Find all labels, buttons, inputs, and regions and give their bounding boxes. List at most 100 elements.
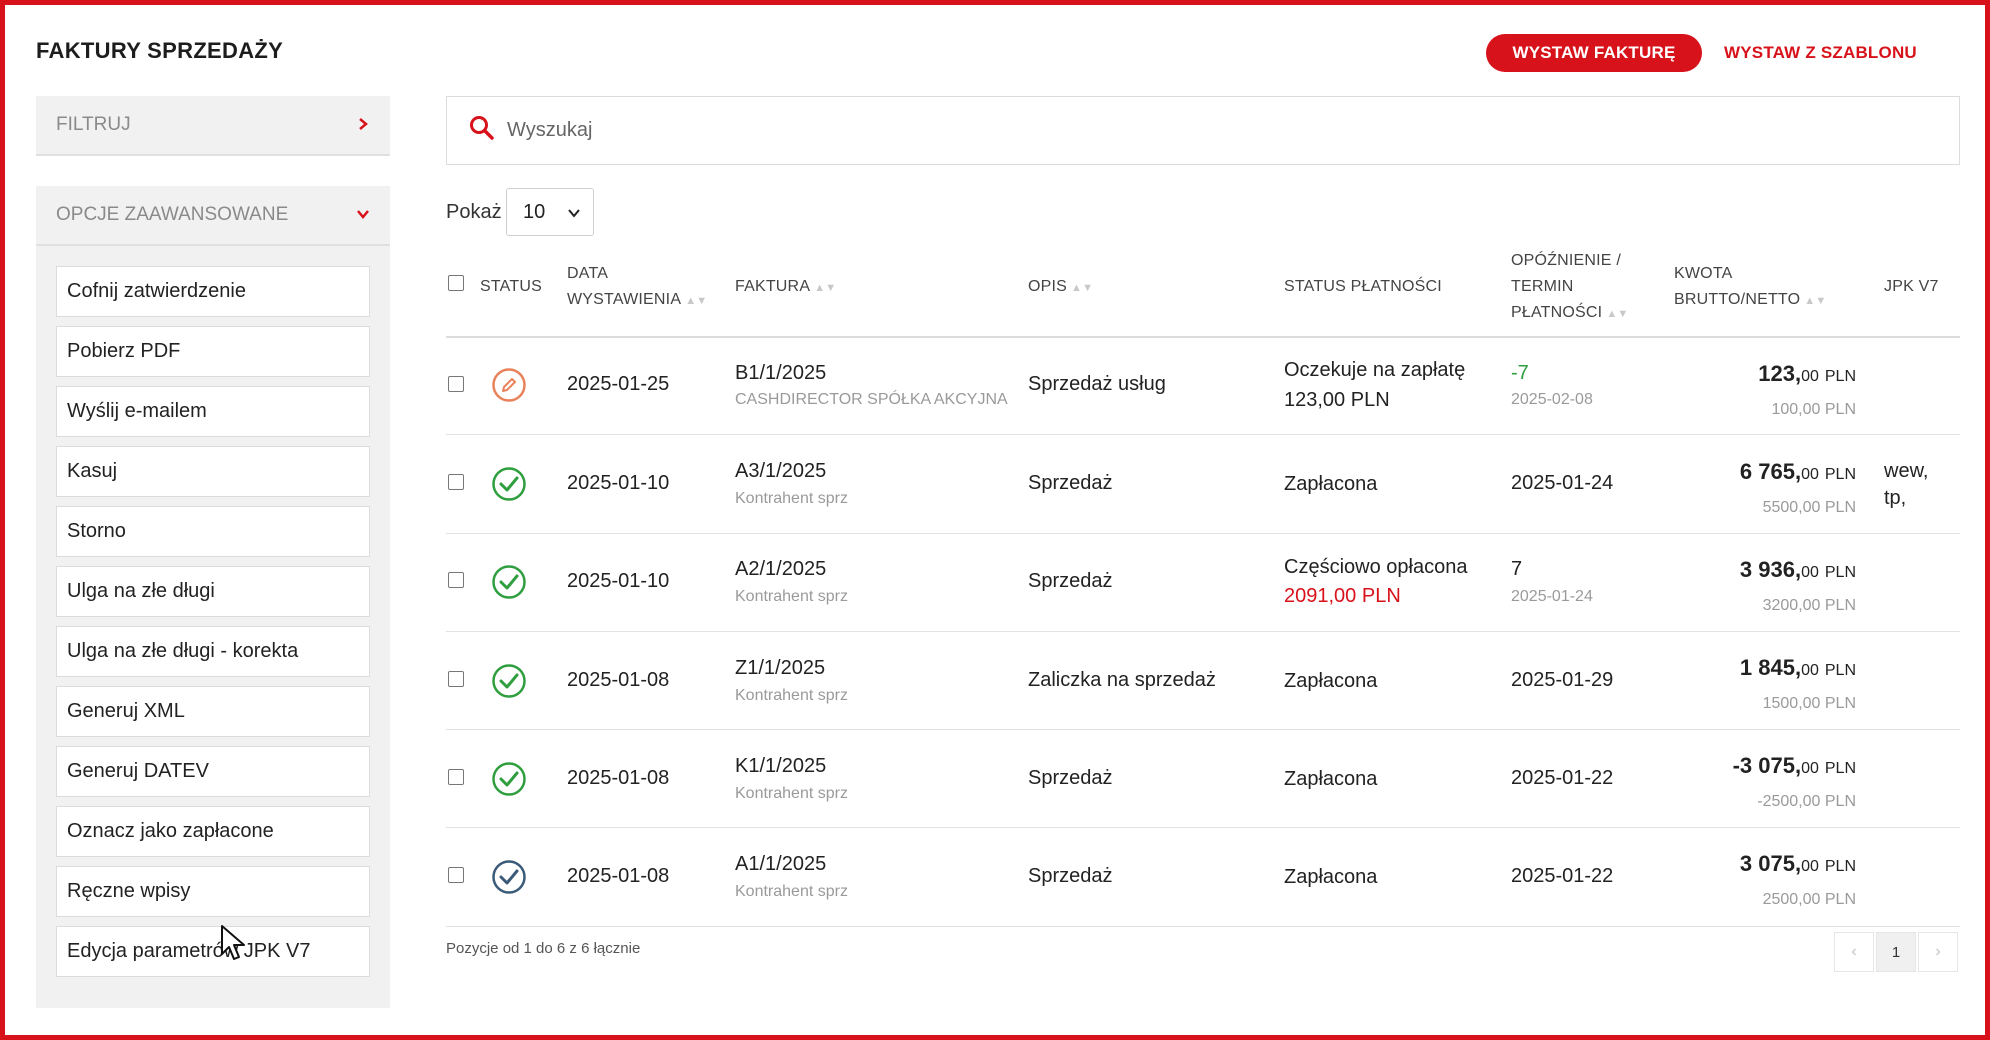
row-divider — [446, 631, 1960, 632]
row-delay: 2025-01-22 — [1511, 767, 1614, 789]
row-checkbox[interactable] — [448, 867, 464, 883]
row-client: Kontrahent sprz — [735, 588, 848, 605]
send-email-button[interactable]: Wyślij e-mailem — [56, 386, 370, 437]
page-1-button[interactable]: 1 — [1876, 932, 1916, 972]
bad-debt-correction-button[interactable]: Ulga na złe długi - korekta — [56, 626, 370, 677]
row-gross-amount: 6 765,00 PLN — [1656, 459, 1856, 485]
row-gross-amount: 3 936,00 PLN — [1656, 557, 1856, 583]
gross-int: 123, — [1758, 361, 1802, 386]
sort-icon: ▲▼ — [1804, 295, 1827, 307]
row-invoice-number[interactable]: A3/1/2025 — [735, 460, 826, 483]
currency: PLN — [1824, 368, 1856, 385]
row-jpk-2: tp, — [1884, 487, 1907, 509]
sort-icon: ▲▼ — [1606, 308, 1629, 320]
row-payment-status: Zapłacona — [1284, 473, 1378, 495]
issue-from-template-link[interactable]: WYSTAW Z SZABLONU — [1724, 34, 1917, 72]
row-divider — [446, 533, 1960, 534]
generate-xml-button[interactable]: Generuj XML — [56, 686, 370, 737]
delete-button[interactable]: Kasuj — [56, 446, 370, 497]
row-desc: Sprzedaż — [1028, 570, 1113, 592]
header-delay-line3: PŁATNOŚCI — [1511, 304, 1603, 321]
filter-label: FILTRUJ — [56, 114, 131, 135]
mark-paid-button[interactable]: Oznacz jako zapłacone — [56, 806, 370, 857]
header-date[interactable]: DATA WYSTAWIENIA ▲▼ — [567, 261, 707, 314]
filter-panel-toggle[interactable]: FILTRUJ — [36, 96, 390, 156]
row-invoice-number[interactable]: A1/1/2025 — [735, 853, 826, 876]
row-checkbox[interactable] — [448, 572, 464, 588]
header-invoice-label: FAKTURA — [735, 278, 811, 295]
search-box[interactable] — [446, 96, 1960, 165]
page-size-select[interactable]: 10 — [506, 188, 594, 236]
page-size-value: 10 — [523, 200, 546, 223]
row-payment-status: Zapłacona — [1284, 670, 1378, 692]
check-circle-icon — [491, 761, 527, 797]
row-net-amount: 5500,00 PLN — [1762, 499, 1856, 516]
row-client: Kontrahent sprz — [735, 687, 848, 704]
row-due-date: 2025-02-08 — [1511, 391, 1593, 408]
gross-int: 3 075, — [1739, 851, 1802, 876]
currency: PLN — [1824, 564, 1856, 581]
storno-button[interactable]: Storno — [56, 506, 370, 557]
prev-page-button[interactable]: ‹ — [1834, 932, 1874, 972]
row-checkbox[interactable] — [448, 376, 464, 392]
row-client: Kontrahent sprz — [735, 785, 848, 802]
row-invoice-number[interactable]: A2/1/2025 — [735, 558, 826, 581]
row-delay: 2025-01-24 — [1511, 472, 1614, 494]
header-desc[interactable]: OPIS ▲▼ — [1028, 274, 1093, 301]
header-amount-line2: BRUTTO/NETTO — [1674, 291, 1801, 308]
download-pdf-button[interactable]: Pobierz PDF — [56, 326, 370, 377]
issue-invoice-button[interactable]: WYSTAW FAKTURĘ — [1486, 34, 1702, 72]
page-title: FAKTURY SPRZEDAŻY — [36, 38, 284, 63]
header-invoice[interactable]: FAKTURA ▲▼ — [735, 274, 836, 301]
generate-datev-button[interactable]: Generuj DATEV — [56, 746, 370, 797]
gross-int: 3 936, — [1739, 557, 1802, 582]
row-date: 2025-01-25 — [567, 373, 670, 395]
header-divider — [446, 336, 1960, 338]
row-desc: Sprzedaż — [1028, 865, 1113, 887]
row-net-amount: 3200,00 PLN — [1762, 597, 1856, 614]
header-payment-status: STATUS PŁATNOŚCI — [1284, 278, 1442, 295]
gross-int: 1 845, — [1739, 655, 1802, 680]
row-checkbox[interactable] — [448, 671, 464, 687]
row-desc: Sprzedaż — [1028, 767, 1113, 789]
currency: PLN — [1824, 760, 1856, 777]
check-circle-icon — [491, 564, 527, 600]
edit-jpk-params-button[interactable]: Edycja parametrów JPK V7 — [56, 926, 370, 977]
row-invoice-number[interactable]: Z1/1/2025 — [735, 657, 825, 680]
row-date: 2025-01-08 — [567, 767, 670, 789]
chevron-right-icon — [356, 115, 370, 136]
undo-approval-button[interactable]: Cofnij zatwierdzenie — [56, 266, 370, 317]
row-invoice-number[interactable]: K1/1/2025 — [735, 755, 826, 778]
gross-dec: 00 — [1801, 368, 1819, 385]
row-gross-amount: 1 845,00 PLN — [1656, 655, 1856, 681]
row-net-amount: 1500,00 PLN — [1762, 695, 1856, 712]
chevron-down-icon — [567, 201, 581, 224]
advanced-options-toggle[interactable]: OPCJE ZAAWANSOWANE — [36, 186, 390, 246]
header-amount-line1: KWOTA — [1674, 265, 1733, 282]
search-input[interactable] — [507, 119, 1907, 142]
row-payment-amount: 2091,00 PLN — [1284, 585, 1401, 607]
row-checkbox[interactable] — [448, 769, 464, 785]
header-status: STATUS — [480, 278, 542, 295]
gross-dec: 00 — [1801, 760, 1819, 777]
manual-entries-button[interactable]: Ręczne wpisy — [56, 866, 370, 917]
row-payment-amount: 123,00 PLN — [1284, 389, 1390, 411]
row-delay: 2025-01-22 — [1511, 865, 1614, 887]
header-date-line2: WYSTAWIENIA — [567, 291, 682, 308]
row-jpk: wew, — [1884, 460, 1929, 482]
page-size-label: Pokaż — [446, 201, 502, 223]
select-all-checkbox[interactable] — [448, 275, 464, 291]
row-net-amount: -2500,00 PLN — [1757, 793, 1856, 810]
gross-dec: 00 — [1801, 564, 1819, 581]
row-invoice-number[interactable]: B1/1/2025 — [735, 362, 826, 385]
row-desc: Sprzedaż usług — [1028, 373, 1166, 395]
header-delay[interactable]: OPÓŹNIENIE / TERMIN PŁATNOŚCI ▲▼ — [1511, 248, 1629, 327]
header-delay-line1: OPÓŹNIENIE / — [1511, 252, 1621, 269]
row-checkbox[interactable] — [448, 474, 464, 490]
row-divider — [446, 729, 1960, 730]
next-page-button[interactable]: › — [1918, 932, 1958, 972]
pencil-icon — [491, 367, 527, 403]
bad-debt-relief-button[interactable]: Ulga na złe długi — [56, 566, 370, 617]
check-circle-dark-icon — [491, 859, 527, 895]
header-amount[interactable]: KWOTA BRUTTO/NETTO ▲▼ — [1674, 261, 1826, 314]
